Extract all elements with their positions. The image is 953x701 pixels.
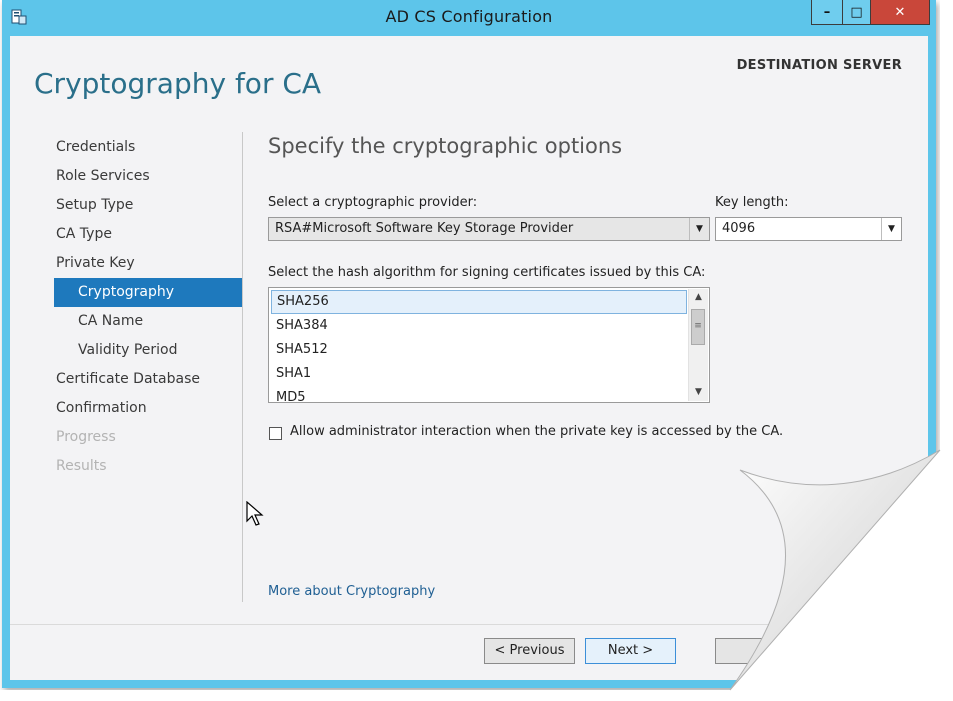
nav-item-cryptography[interactable]: Cryptography [54,278,242,307]
page-title: Cryptography for CA [34,67,322,100]
maximize-button[interactable]: □ [843,0,871,25]
close-button[interactable]: ✕ [871,0,930,25]
wizard-client-area: Cryptography for CA DESTINATION SERVER C… [10,36,928,680]
hash-option-sha384[interactable]: SHA384 [271,314,687,338]
hash-algorithm-list[interactable]: SHA256 SHA384 SHA512 SHA1 MD5 ▲ ≡ ▼ [268,287,710,403]
nav-item-setup-type[interactable]: Setup Type [54,191,242,220]
key-length-value: 4096 [722,221,756,236]
hash-option-sha256[interactable]: SHA256 [271,290,687,314]
minimize-button[interactable]: – [811,0,843,25]
next-button[interactable]: Next > [585,638,676,664]
configure-button[interactable]: C [715,638,806,664]
hash-option-sha512[interactable]: SHA512 [271,338,687,362]
nav-item-validity-period[interactable]: Validity Period [54,336,242,365]
maximize-icon: □ [850,4,863,20]
hash-option-md5[interactable]: MD5 [271,386,687,402]
footer-divider [10,624,928,625]
destination-server-label: DESTINATION SERVER [736,58,902,73]
chevron-down-icon[interactable]: ▼ [689,218,709,240]
more-about-link[interactable]: More about Cryptography [268,584,435,599]
scroll-thumb[interactable]: ≡ [691,309,705,345]
hash-list-items: SHA256 SHA384 SHA512 SHA1 MD5 [271,290,687,402]
nav-item-role-services[interactable]: Role Services [54,162,242,191]
caption-buttons: – □ ✕ [811,0,930,25]
nav-item-private-key[interactable]: Private Key [54,249,242,278]
window-clip: AD CS Configuration – □ ✕ Cryptography f… [0,0,940,690]
hash-option-sha1[interactable]: SHA1 [271,362,687,386]
scroll-down-icon[interactable]: ▼ [689,384,708,401]
app-window: AD CS Configuration – □ ✕ Cryptography f… [2,0,936,688]
allow-admin-checkbox[interactable] [269,427,282,440]
chevron-down-icon[interactable]: ▼ [881,218,901,240]
nav-item-confirmation[interactable]: Confirmation [54,394,242,423]
provider-label: Select a cryptographic provider: [268,195,478,210]
wizard-nav: Credentials Role Services Setup Type CA Typ… [54,133,242,481]
nav-item-ca-type[interactable]: CA Type [54,220,242,249]
provider-dropdown[interactable]: RSA#Microsoft Software Key Storage Provi… [268,217,710,241]
nav-item-results: Results [56,458,107,474]
nav-item-certificate-database[interactable]: Certificate Database [54,365,242,394]
list-scrollbar[interactable]: ▲ ≡ ▼ [688,289,708,401]
section-heading: Specify the cryptographic options [268,134,623,158]
close-icon: ✕ [894,4,906,20]
previous-button[interactable]: < Previous [484,638,575,664]
key-length-label: Key length: [715,195,789,210]
nav-divider [242,132,243,602]
nav-item-credentials[interactable]: Credentials [54,133,242,162]
scroll-up-icon[interactable]: ▲ [689,289,708,306]
minimize-icon: – [823,4,831,20]
nav-item-progress: Progress [56,429,116,445]
title-bar[interactable]: AD CS Configuration – □ ✕ [2,0,936,36]
mouse-pointer-icon [246,501,264,526]
nav-item-ca-name[interactable]: CA Name [54,307,242,336]
provider-value: RSA#Microsoft Software Key Storage Provi… [275,221,574,236]
allow-admin-label[interactable]: Allow administrator interaction when the… [290,424,783,439]
hash-label: Select the hash algorithm for signing ce… [268,265,706,280]
key-length-dropdown[interactable]: 4096 ▼ [715,217,902,241]
window-title: AD CS Configuration [385,7,553,26]
